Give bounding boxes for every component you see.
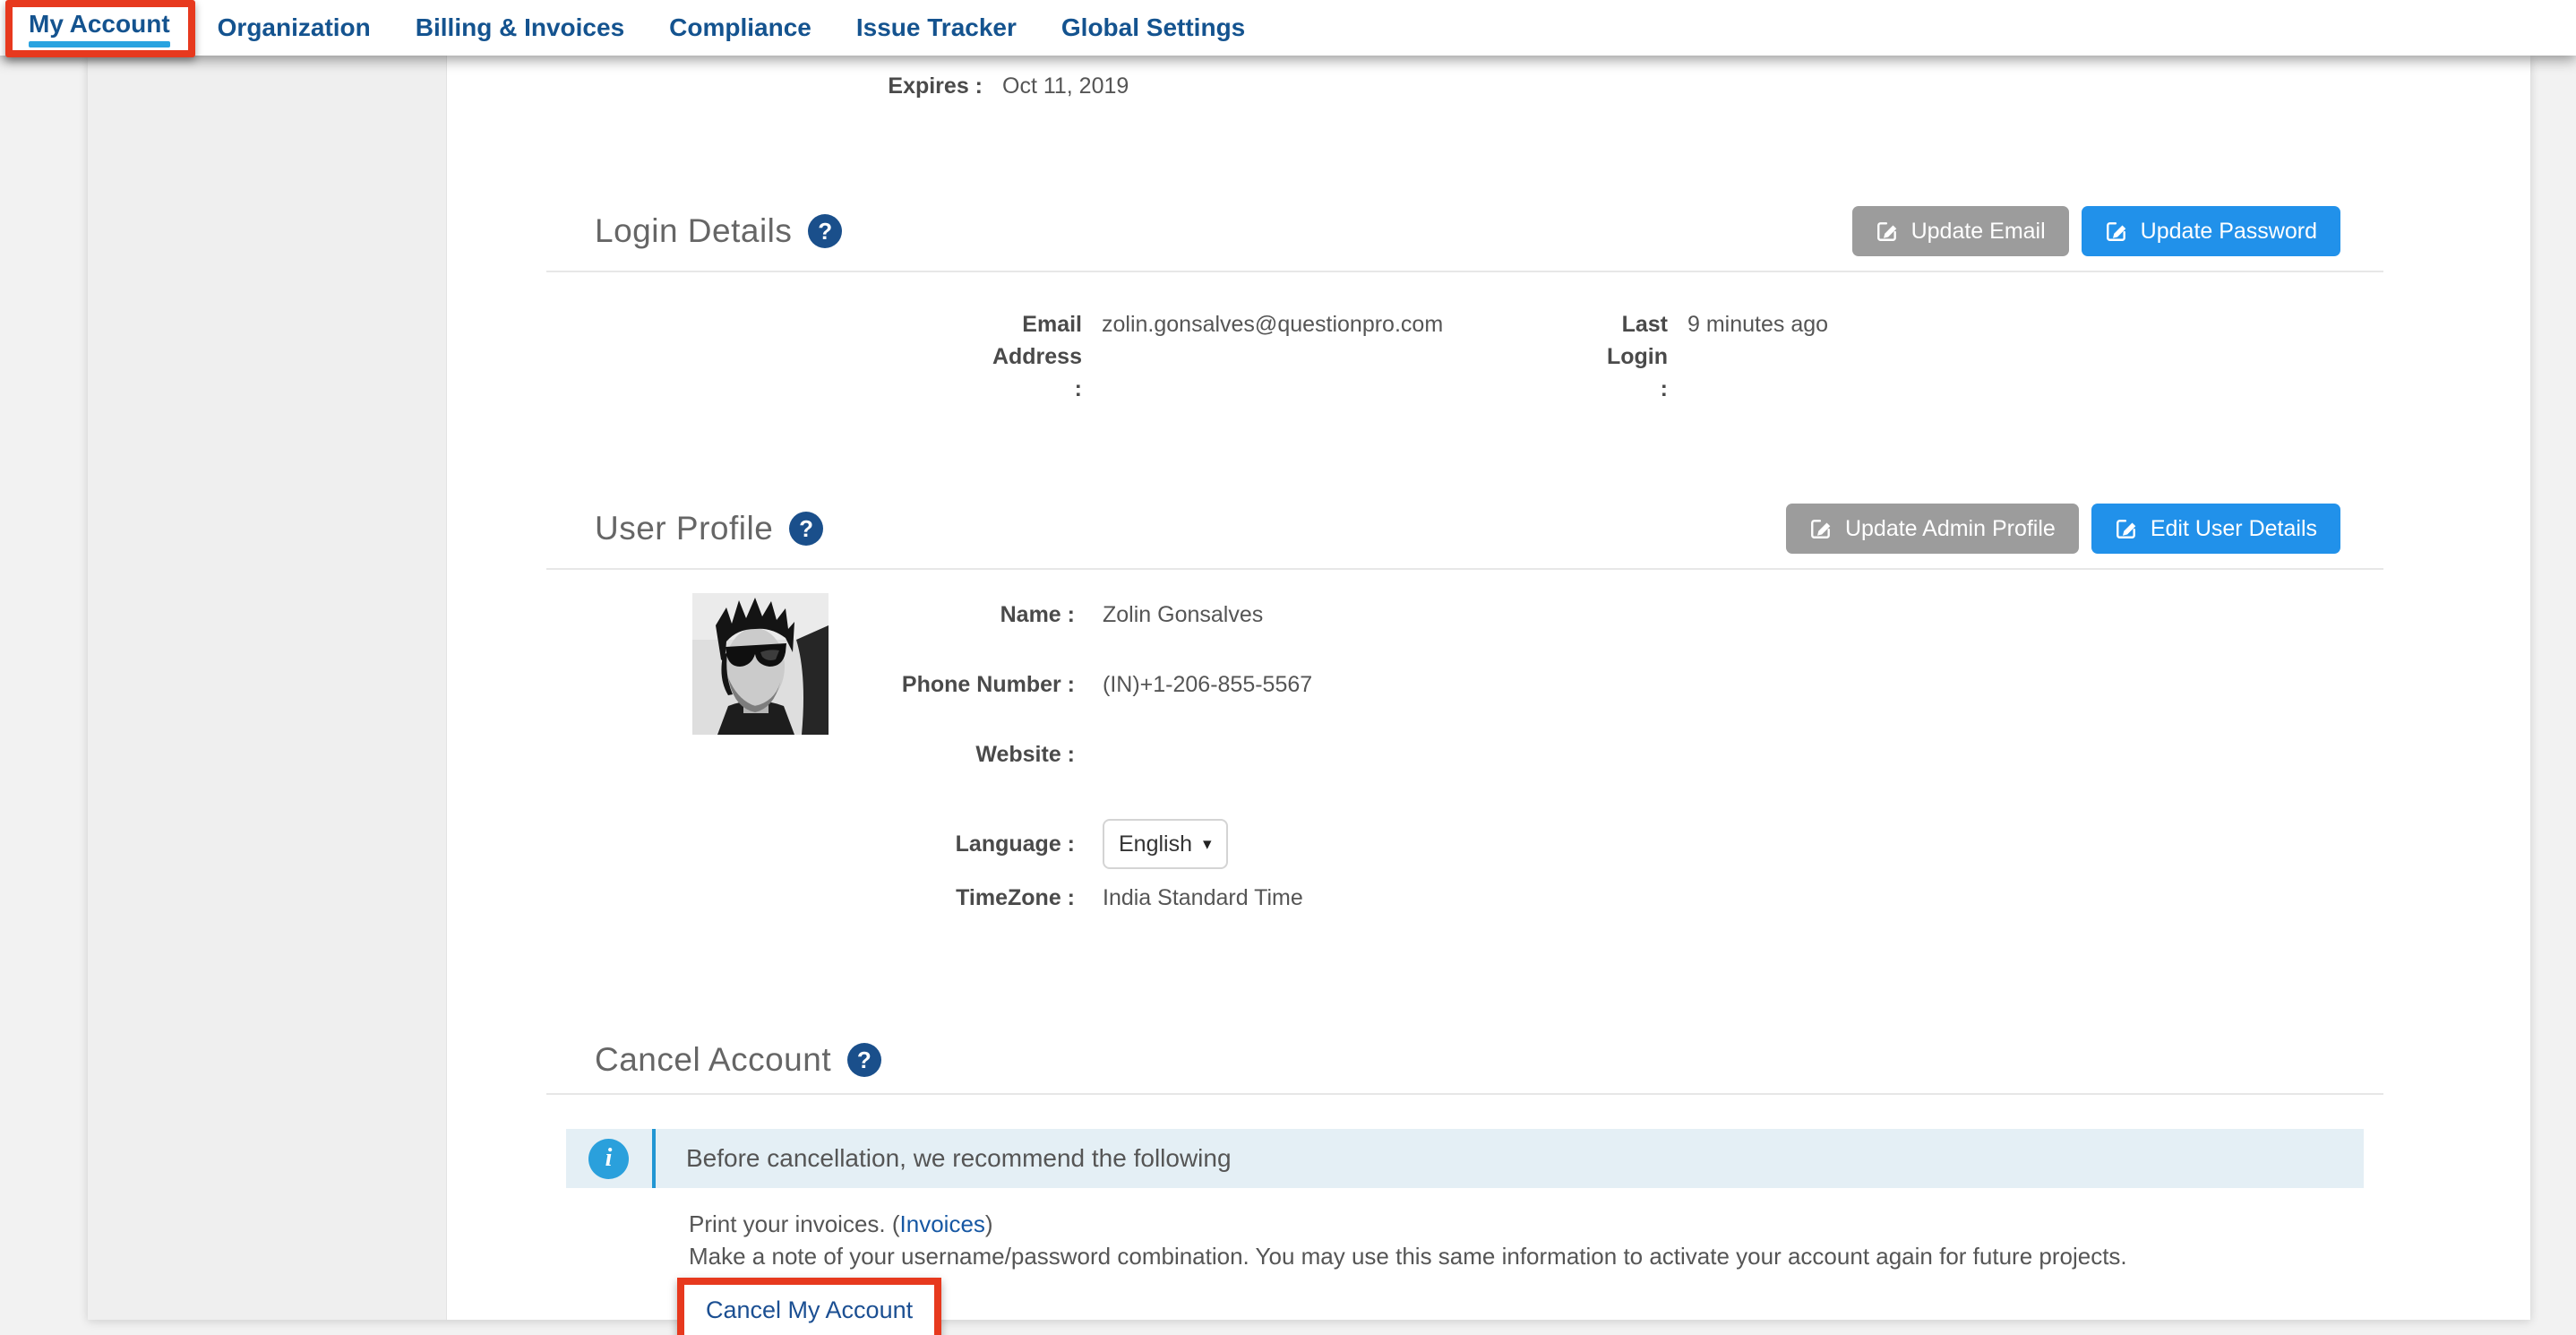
update-email-button[interactable]: Update Email — [1852, 206, 2069, 256]
last-login-label: Last Login : — [1594, 308, 1668, 405]
name-value: Zolin Gonsalves — [1075, 599, 1263, 631]
tab-issue-tracker[interactable]: Issue Tracker — [856, 14, 1017, 41]
update-admin-profile-label: Update Admin Profile — [1845, 516, 2056, 542]
cancel-instructions: Print your invoices. (Invoices) Make a n… — [689, 1208, 2383, 1272]
update-email-label: Update Email — [1911, 219, 2046, 245]
user-profile-header: User Profile ? Update Admin Profile Edit… — [546, 504, 2383, 570]
website-row: Website : — [829, 738, 2383, 771]
top-navigation: My Account Organization Billing & Invoic… — [0, 0, 2576, 56]
username-note-line: Make a note of your username/password co… — [689, 1240, 2383, 1272]
phone-row: Phone Number : (IN)+1-206-855-5567 — [829, 668, 2383, 701]
email-login-row: Email Address : zolin.gonsalves@question… — [546, 308, 2383, 405]
user-profile-buttons: Update Admin Profile Edit User Details — [1786, 504, 2340, 554]
edit-user-details-label: Edit User Details — [2151, 516, 2317, 542]
website-label: Website : — [829, 738, 1075, 771]
help-icon[interactable]: ? — [808, 214, 842, 248]
edit-icon — [2105, 220, 2128, 243]
section-title-text: Login Details — [595, 212, 792, 250]
cancel-my-account-link[interactable]: Cancel My Account — [706, 1296, 913, 1323]
profile-photo — [692, 593, 829, 735]
language-row: Language : English ▾ — [829, 819, 2383, 869]
login-details-title: Login Details ? — [595, 212, 842, 250]
invoices-line-suffix: ) — [985, 1210, 993, 1237]
invoices-link[interactable]: Invoices — [900, 1210, 985, 1237]
annotation-box-my-account: My Account — [5, 0, 195, 57]
tab-billing-invoices[interactable]: Billing & Invoices — [416, 14, 624, 41]
name-row: Name : Zolin Gonsalves — [829, 599, 2383, 631]
profile-fields: Name : Zolin Gonsalves Phone Number : (I… — [829, 593, 2383, 914]
phone-value: (IN)+1-206-855-5567 — [1075, 668, 1312, 701]
tab-compliance[interactable]: Compliance — [669, 14, 811, 41]
language-label: Language : — [829, 828, 1075, 860]
help-icon[interactable]: ? — [789, 512, 823, 546]
name-label: Name : — [829, 599, 1075, 631]
expires-value: Oct 11, 2019 — [983, 70, 1129, 102]
phone-label: Phone Number : — [829, 668, 1075, 701]
edit-icon — [1876, 220, 1899, 243]
invoices-line-prefix: Print your invoices. ( — [689, 1210, 900, 1237]
cancel-account-header: Cancel Account ? — [546, 1041, 2383, 1095]
timezone-value: India Standard Time — [1075, 882, 1303, 914]
email-address-value: zolin.gonsalves@questionpro.com — [1082, 308, 1594, 405]
update-admin-profile-button[interactable]: Update Admin Profile — [1786, 504, 2079, 554]
login-details-buttons: Update Email Update Password — [1852, 206, 2340, 256]
banner-text: Before cancellation, we recommend the fo… — [686, 1144, 1232, 1173]
cancel-account-section: Cancel Account ? i Before cancellation, … — [546, 1041, 2383, 1335]
section-title-text: Cancel Account — [595, 1041, 831, 1079]
language-select[interactable]: English ▾ — [1103, 819, 1228, 869]
banner-divider — [652, 1129, 656, 1188]
profile-block: Name : Zolin Gonsalves Phone Number : (I… — [546, 593, 2383, 914]
edit-user-details-button[interactable]: Edit User Details — [2091, 504, 2340, 554]
help-icon[interactable]: ? — [847, 1043, 881, 1077]
info-icon: i — [588, 1139, 629, 1179]
language-selected-value: English — [1119, 828, 1192, 860]
cancel-info-banner: i Before cancellation, we recommend the … — [566, 1129, 2364, 1188]
login-details-section: Login Details ? Update Email Update Pass… — [546, 206, 2383, 405]
expires-row: Expires : Oct 11, 2019 — [447, 56, 2530, 102]
edit-icon — [1809, 517, 1833, 540]
last-login-value: 9 minutes ago — [1668, 308, 1828, 405]
tab-my-account[interactable]: My Account — [29, 11, 170, 38]
user-profile-title: User Profile ? — [595, 510, 823, 547]
expires-label: Expires : — [447, 70, 983, 102]
update-password-button[interactable]: Update Password — [2082, 206, 2340, 256]
tab-organization[interactable]: Organization — [218, 14, 371, 41]
page-background: Expires : Oct 11, 2019 Login Details ? U… — [0, 56, 2576, 1335]
edit-icon — [2115, 517, 2138, 540]
invoices-line: Print your invoices. (Invoices) — [689, 1208, 2383, 1240]
login-details-header: Login Details ? Update Email Update Pass… — [546, 206, 2383, 272]
left-sidebar-panel — [88, 56, 447, 1320]
cancel-account-title: Cancel Account ? — [595, 1041, 881, 1079]
main-content: Expires : Oct 11, 2019 Login Details ? U… — [447, 56, 2530, 1320]
tab-global-settings[interactable]: Global Settings — [1061, 14, 1245, 41]
user-profile-section: User Profile ? Update Admin Profile Edit… — [546, 504, 2383, 914]
settings-card: Expires : Oct 11, 2019 Login Details ? U… — [88, 56, 2530, 1320]
section-title-text: User Profile — [595, 510, 773, 547]
caret-down-icon: ▾ — [1203, 836, 1212, 853]
update-password-label: Update Password — [2141, 219, 2317, 245]
annotation-box-cancel: Cancel My Account — [677, 1278, 941, 1335]
email-address-label: Email Address : — [546, 308, 1082, 405]
timezone-row: TimeZone : India Standard Time — [829, 882, 2383, 914]
timezone-label: TimeZone : — [829, 882, 1075, 914]
